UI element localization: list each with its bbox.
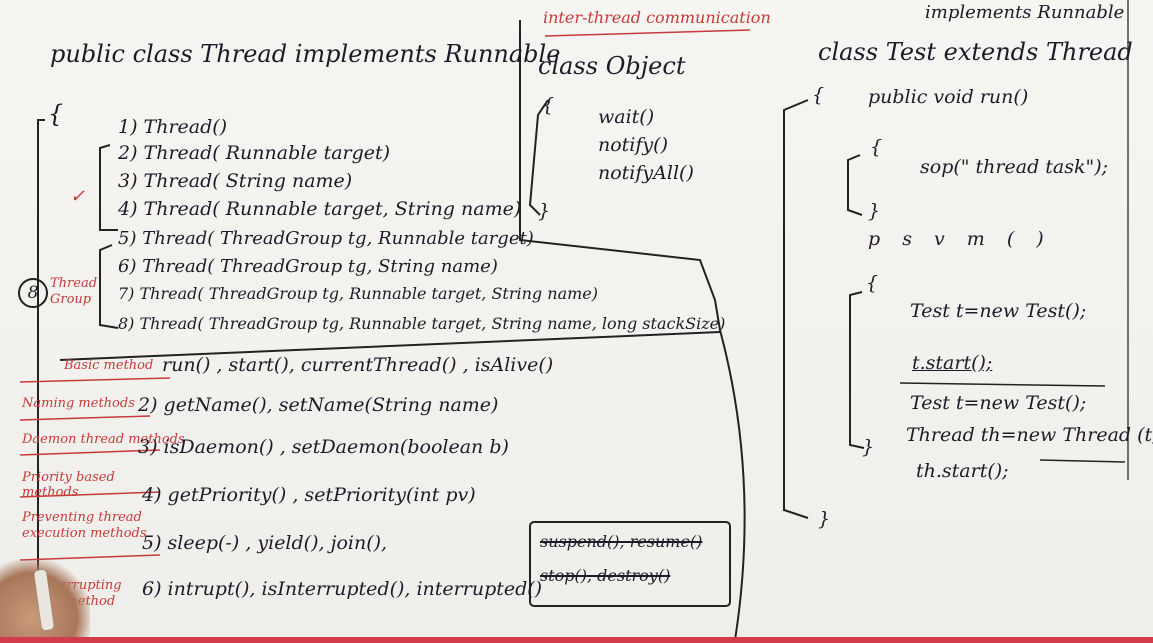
object-close-brace: }	[538, 200, 551, 222]
psvm-declaration: p s v m ( )	[868, 228, 1044, 250]
run-close-brace: }	[868, 200, 881, 222]
main-line-5: th.start();	[916, 460, 1009, 482]
thread-class-declaration: public class Thread implements Runnable	[50, 40, 561, 68]
thread-open-brace: {	[48, 100, 64, 128]
test-class-declaration: class Test extends Thread	[818, 38, 1133, 66]
ctor-bracket-2	[99, 244, 119, 329]
cat-underline-2	[19, 415, 151, 421]
ctor-6: 6) Thread( ThreadGroup tg, String name)	[118, 256, 498, 277]
test-close-brace: }	[818, 508, 831, 530]
ctor-8: 8) Thread( ThreadGroup tg, Runnable targ…	[118, 314, 726, 333]
methods-row-4: 4) getPriority() , setPriority(int pv)	[142, 484, 476, 506]
cat-preventing: Preventing thread execution methods	[22, 510, 147, 541]
object-class-declaration: class Object	[538, 52, 686, 80]
ctor-2: 2) Thread( Runnable target)	[118, 142, 391, 164]
methods-row-3: 3) isDaemon() , setDaemon(boolean b)	[138, 436, 509, 458]
main-divider	[899, 382, 1106, 387]
inter-thread-heading: inter-thread communication	[543, 8, 771, 27]
ctor-3: 3) Thread( String name)	[118, 170, 353, 192]
run-open-brace: {	[870, 136, 883, 158]
cat-priority: Priority based methods	[22, 470, 115, 500]
thread-underline	[1039, 459, 1126, 463]
cat-basic: Basic method	[64, 358, 154, 373]
main-open-brace: {	[866, 272, 879, 294]
method-wait: wait()	[598, 106, 655, 128]
ctor-5: 5) Thread( ThreadGroup tg, Runnable targ…	[118, 228, 534, 249]
methods-row-5: 5) sleep(-) , yield(), join(),	[142, 532, 388, 554]
main-line-3: Test t=new Test();	[910, 392, 1087, 414]
heading-underline	[544, 29, 751, 37]
deprecated-stop-destroy: stop(), destroy()	[540, 566, 671, 585]
sop-statement: sop(" thread task");	[920, 156, 1109, 178]
main-line-1: Test t=new Test();	[910, 300, 1087, 322]
object-bracket	[528, 99, 549, 216]
methods-row-2: 2) getName(), setName(String name)	[138, 394, 499, 416]
circle-eight: 8	[18, 278, 48, 308]
run-declaration: public void run()	[868, 86, 1029, 108]
right-bracket	[783, 99, 809, 519]
methods-right-edge	[719, 329, 746, 641]
cat-underline-1	[19, 377, 171, 383]
ctor-bracket-1	[99, 144, 118, 231]
methods-row-6: 6) intrupt(), isInterrupted(), interrupt…	[142, 578, 543, 600]
ctor-4: 4) Thread( Runnable target, String name)	[118, 198, 522, 220]
methods-row-1: run() , start(), currentThread() , isAli…	[162, 354, 554, 376]
main-bracket	[849, 291, 865, 449]
ctor-7: 7) Thread( ThreadGroup tg, Runnable targ…	[118, 284, 598, 303]
method-notify: notify()	[598, 134, 668, 156]
ctor-1: 1) Thread()	[118, 116, 228, 138]
thread-group-label: Thread Group	[50, 276, 98, 307]
main-close-brace: }	[862, 436, 875, 458]
object-open-brace: {	[542, 94, 555, 116]
run-bracket	[847, 154, 863, 216]
cat-naming: Naming methods	[22, 396, 135, 411]
method-notifyall: notifyAll()	[598, 162, 694, 184]
video-progress-bar	[0, 637, 1153, 643]
implements-runnable-note: implements Runnable	[925, 2, 1125, 23]
test-open-brace: {	[812, 84, 825, 106]
deprecated-suspend-resume: suspend(), resume()	[540, 532, 703, 551]
main-line-2: t.start();	[912, 352, 993, 374]
check-mark: ✓	[70, 186, 86, 207]
main-line-4: Thread th=new Thread (t);	[906, 424, 1153, 446]
